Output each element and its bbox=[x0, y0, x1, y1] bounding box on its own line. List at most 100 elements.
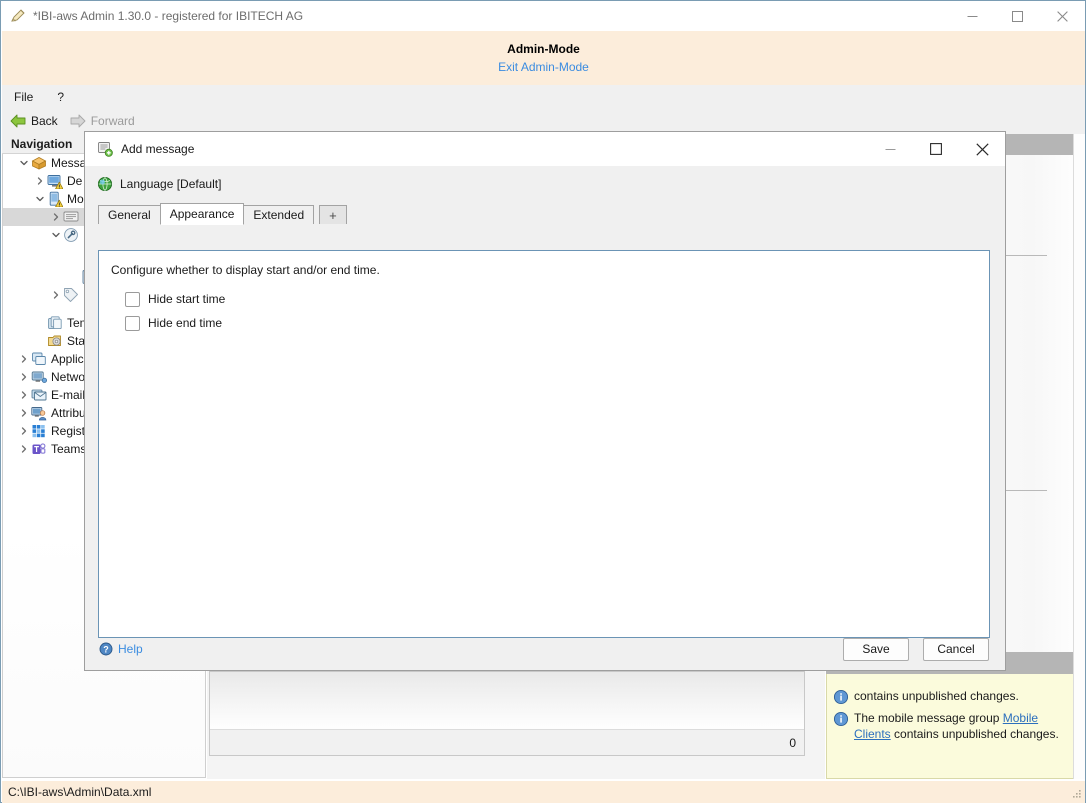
checkbox-row-hide-end-time[interactable]: Hide end time bbox=[111, 314, 989, 332]
sidebar-item-label: Regist bbox=[51, 424, 85, 438]
window-titlebar: *IBI-aws Admin 1.30.0 - registered for I… bbox=[1, 1, 1085, 31]
svg-text:?: ? bbox=[103, 644, 109, 654]
help-icon: ? bbox=[99, 642, 113, 656]
notification-text: contains unpublished changes. bbox=[854, 688, 1019, 704]
chevron-down-icon[interactable] bbox=[49, 226, 63, 244]
notification-item: The mobile message group Mobile Clients … bbox=[833, 710, 1078, 742]
desktop-warning-icon bbox=[47, 173, 63, 189]
dialog-tabstrip: General Appearance Extended + bbox=[85, 203, 1005, 224]
pencil-icon bbox=[10, 8, 26, 24]
checkbox-row-hide-start-time[interactable]: Hide start time bbox=[111, 290, 989, 308]
sidebar-item-label: De bbox=[67, 174, 82, 188]
globe-icon bbox=[97, 176, 113, 192]
chevron-right-icon[interactable] bbox=[17, 404, 31, 422]
network-icon bbox=[31, 369, 47, 385]
save-button[interactable]: Save bbox=[843, 638, 909, 661]
chevron-right-icon[interactable] bbox=[17, 350, 31, 368]
back-label: Back bbox=[31, 114, 58, 128]
chevron-right-icon[interactable] bbox=[49, 286, 63, 304]
application-window: *IBI-aws Admin 1.30.0 - registered for I… bbox=[0, 0, 1086, 803]
checkbox-hide-start-time[interactable] bbox=[125, 292, 140, 307]
back-button[interactable]: Back bbox=[10, 114, 58, 128]
exit-admin-mode-link[interactable]: Exit Admin-Mode bbox=[498, 60, 589, 74]
wrench-icon bbox=[63, 227, 79, 243]
info-icon bbox=[833, 689, 849, 705]
chevron-right-icon[interactable] bbox=[17, 422, 31, 440]
registry-icon bbox=[31, 423, 47, 439]
help-link[interactable]: ? Help bbox=[99, 642, 143, 656]
statusbar: C:\IBI-aws\Admin\Data.xml bbox=[2, 781, 1085, 803]
sidebar-item-label: E-mail bbox=[51, 388, 85, 402]
back-arrow-icon bbox=[10, 114, 26, 128]
static-icon bbox=[47, 333, 63, 349]
message-list-box[interactable]: 0 bbox=[209, 671, 805, 756]
dialog-close-button[interactable] bbox=[959, 133, 1005, 166]
window-maximize-button[interactable] bbox=[995, 1, 1040, 31]
templates-icon bbox=[47, 315, 63, 331]
tab-general[interactable]: General bbox=[98, 205, 161, 224]
statusbar-path: C:\IBI-aws\Admin\Data.xml bbox=[8, 785, 151, 799]
message-count-value: 0 bbox=[789, 736, 796, 750]
dialog-footer: ? Help Save Cancel bbox=[85, 628, 1005, 670]
menu-file[interactable]: File bbox=[14, 90, 33, 104]
notification-panel: contains unpublished changes. The mobile… bbox=[826, 674, 1085, 779]
panel-description: Configure whether to display start and/o… bbox=[111, 263, 989, 277]
sidebar-item-label: Attribu bbox=[51, 406, 86, 420]
menu-help[interactable]: ? bbox=[57, 90, 64, 104]
cancel-button[interactable]: Cancel bbox=[923, 638, 989, 661]
sidebar-item-label: Applic bbox=[51, 352, 84, 366]
dialog-minimize-button[interactable] bbox=[867, 133, 913, 166]
info-icon bbox=[833, 711, 849, 727]
mobile-warning-icon bbox=[47, 191, 63, 207]
add-message-dialog: Add message bbox=[84, 131, 1006, 671]
appearance-tab-panel: Configure whether to display start and/o… bbox=[98, 250, 990, 638]
window-title: *IBI-aws Admin 1.30.0 - registered for I… bbox=[33, 9, 303, 23]
chevron-down-icon[interactable] bbox=[17, 154, 31, 172]
notification-item: contains unpublished changes. bbox=[833, 688, 1078, 705]
chevron-right-icon[interactable] bbox=[33, 172, 47, 190]
tab-appearance[interactable]: Appearance bbox=[160, 203, 245, 225]
language-row: Language [Default] bbox=[85, 166, 1005, 192]
dialog-titlebar: Add message bbox=[85, 132, 1005, 166]
resize-grip[interactable] bbox=[1070, 788, 1082, 800]
help-label: Help bbox=[118, 642, 143, 656]
dialog-maximize-button[interactable] bbox=[913, 133, 959, 166]
message-group-icon bbox=[63, 209, 79, 225]
applications-icon bbox=[31, 351, 47, 367]
add-message-icon bbox=[97, 141, 113, 157]
chevron-right-icon[interactable] bbox=[17, 368, 31, 386]
admin-mode-banner: Admin-Mode Exit Admin-Mode bbox=[2, 31, 1085, 85]
checkbox-hide-start-time-label: Hide start time bbox=[148, 292, 225, 306]
admin-mode-title: Admin-Mode bbox=[507, 42, 580, 56]
sidebar-item-label: Mo bbox=[67, 192, 84, 206]
notification-suffix: contains unpublished changes. bbox=[891, 727, 1059, 741]
chevron-right-icon[interactable] bbox=[49, 208, 63, 226]
chevron-right-icon[interactable] bbox=[17, 440, 31, 458]
task-panel-scrollbar[interactable] bbox=[1073, 134, 1085, 779]
tab-extended[interactable]: Extended bbox=[243, 205, 314, 224]
teams-icon bbox=[31, 441, 47, 457]
tag-icon bbox=[63, 287, 79, 303]
notification-text-wrapper: The mobile message group Mobile Clients … bbox=[854, 710, 1078, 742]
checkbox-hide-end-time-label: Hide end time bbox=[148, 316, 222, 330]
window-minimize-button[interactable] bbox=[950, 1, 995, 31]
sidebar-item-label: Teams bbox=[51, 442, 86, 456]
dialog-body: Language [Default] General Appearance Ex… bbox=[85, 166, 1005, 670]
language-label: Language [Default] bbox=[120, 177, 221, 191]
dialog-title: Add message bbox=[121, 142, 194, 156]
chevron-right-icon[interactable] bbox=[17, 386, 31, 404]
checkbox-hide-end-time[interactable] bbox=[125, 316, 140, 331]
tab-add-button[interactable]: + bbox=[319, 205, 347, 224]
email-icon bbox=[31, 387, 47, 403]
window-close-button[interactable] bbox=[1040, 1, 1085, 31]
forward-button[interactable]: Forward bbox=[70, 114, 135, 128]
forward-label: Forward bbox=[91, 114, 135, 128]
forward-arrow-icon bbox=[70, 114, 86, 128]
message-count-row: 0 bbox=[210, 729, 804, 755]
menubar: File ? bbox=[2, 85, 1085, 108]
chevron-down-icon[interactable] bbox=[33, 190, 47, 208]
package-icon bbox=[31, 155, 47, 171]
sidebar-item-label: Messa bbox=[51, 156, 86, 170]
attributes-icon bbox=[31, 405, 47, 421]
sidebar-item-label: Netwo bbox=[51, 370, 85, 384]
